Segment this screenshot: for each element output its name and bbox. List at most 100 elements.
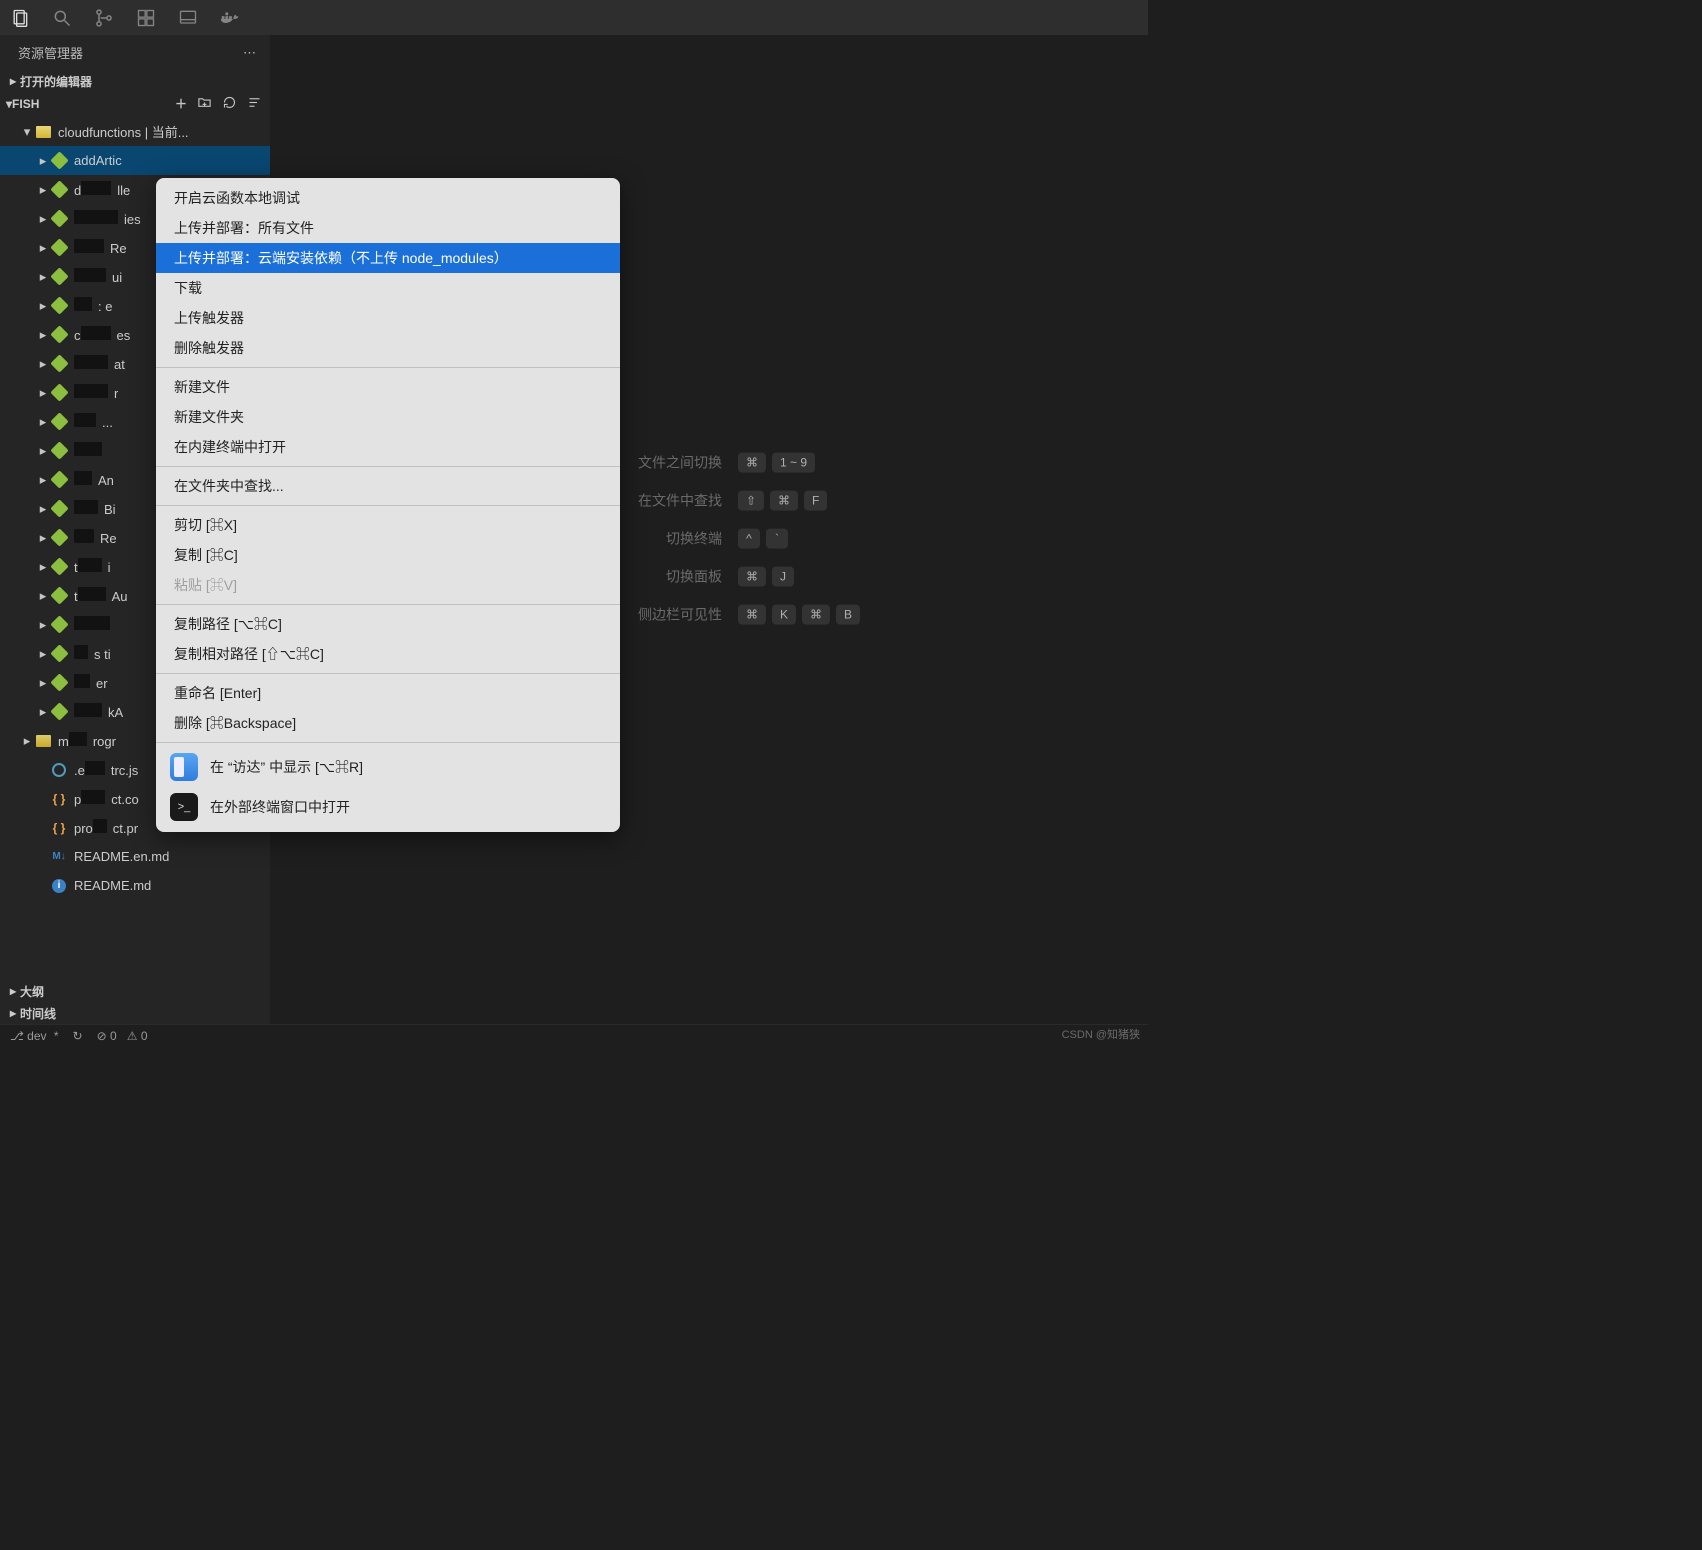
package-icon	[50, 703, 68, 721]
package-icon	[50, 210, 68, 228]
package-icon	[50, 413, 68, 431]
tree-item-label: ui	[74, 268, 122, 285]
context-menu-item[interactable]: 删除 [⌘Backspace]	[156, 708, 620, 738]
json-icon: { }	[50, 819, 68, 837]
separator	[156, 505, 620, 506]
tree-item-label: ti	[74, 558, 111, 575]
context-menu-item[interactable]: 上传触发器	[156, 303, 620, 333]
context-menu-item[interactable]: 删除触发器	[156, 333, 620, 363]
sync-icon[interactable]: ↻	[73, 1029, 83, 1043]
tree-item-label: addArtic	[74, 153, 122, 168]
package-icon	[50, 268, 68, 286]
package-icon	[50, 355, 68, 373]
context-menu-item[interactable]: 上传并部署：云端安装依赖（不上传 node_modules）	[156, 243, 620, 273]
search-icon[interactable]	[48, 4, 76, 32]
tree-item[interactable]: ▸ addArtic	[0, 146, 270, 175]
chevron-right-icon: ▸	[36, 675, 50, 691]
tree-item-label: README.md	[74, 878, 151, 893]
new-folder-icon[interactable]	[197, 95, 212, 112]
more-actions-icon[interactable]: ⋯	[243, 45, 256, 61]
explorer-icon[interactable]	[6, 4, 34, 32]
collapse-icon[interactable]	[247, 95, 262, 112]
error-count: 0	[110, 1029, 117, 1043]
context-menu-item[interactable]: >_在外部终端窗口中打开	[156, 787, 620, 827]
refresh-icon[interactable]	[222, 95, 237, 112]
kbd-key: ⌘	[738, 452, 766, 472]
package-icon	[50, 500, 68, 518]
chevron-right-icon: ▸	[36, 530, 50, 546]
context-menu-item[interactable]: 下载	[156, 273, 620, 303]
warning-count: 0	[141, 1029, 148, 1043]
tree-item-label: dlle	[74, 181, 130, 198]
terminal-icon: >_	[170, 793, 198, 821]
chevron-right-icon: ▸	[36, 588, 50, 604]
tree-item-label: tAu	[74, 587, 128, 604]
tree-item[interactable]: ▾cloudfunctions | 当前...	[0, 117, 270, 146]
project-section[interactable]: ▾ FISH ＋	[0, 92, 270, 115]
context-menu-item[interactable]: 在内建终端中打开	[156, 432, 620, 462]
tree-item-label: r	[74, 384, 118, 401]
package-icon	[50, 529, 68, 547]
problems-indicator[interactable]: ⊘ 0 ⚠ 0	[97, 1029, 148, 1043]
layout-icon[interactable]	[174, 4, 202, 32]
kbd-key: ^	[738, 528, 760, 548]
tree-item-label: proct.pr	[74, 819, 138, 836]
kbd-key: ⌘	[802, 604, 830, 624]
folder-icon	[34, 123, 52, 141]
kbd-key: B	[836, 604, 860, 624]
tree-item-label: Re	[74, 239, 127, 256]
tree-item-label: Re	[74, 529, 117, 546]
new-file-icon[interactable]: ＋	[175, 95, 187, 112]
extensions-icon[interactable]	[132, 4, 160, 32]
tree-item-label: pct.co	[74, 790, 139, 807]
context-menu-item[interactable]: 在 “访达” 中显示 [⌥⌘R]	[156, 747, 620, 787]
package-icon	[50, 181, 68, 199]
context-menu-item[interactable]: 重命名 [Enter]	[156, 678, 620, 708]
docker-icon[interactable]	[216, 4, 244, 32]
context-menu-item[interactable]: 复制相对路径 [⇧⌥⌘C]	[156, 639, 620, 669]
chevron-right-icon: ▸	[6, 74, 20, 88]
tree-item-label: An	[74, 471, 114, 488]
context-menu-item[interactable]: 复制路径 [⌥⌘C]	[156, 609, 620, 639]
chevron-down-icon: ▾	[20, 124, 34, 140]
chevron-right-icon: ▸	[36, 414, 50, 430]
timeline-section[interactable]: ▸ 时间线	[0, 1002, 270, 1024]
package-icon	[50, 587, 68, 605]
tree-item-label: s ti	[74, 645, 111, 662]
tree-item-label: ces	[74, 326, 130, 343]
chevron-right-icon: ▸	[36, 153, 50, 169]
kbd-key: ⌘	[738, 604, 766, 624]
warning-icon: ⚠	[127, 1029, 138, 1043]
chevron-right-icon: ▸	[36, 617, 50, 633]
branch-indicator[interactable]: ⎇ dev *	[10, 1029, 59, 1043]
outline-section[interactable]: ▸ 大纲	[0, 980, 270, 1002]
watermark: CSDN @知猪狭	[1062, 1026, 1140, 1042]
chevron-right-icon: ▸	[36, 559, 50, 575]
context-menu-item[interactable]: 上传并部署：所有文件	[156, 213, 620, 243]
chevron-right-icon: ▸	[36, 472, 50, 488]
tree-item[interactable]: M↓README.en.md	[0, 842, 270, 871]
package-icon	[50, 616, 68, 634]
status-bar: ⎇ dev * ↻ ⊘ 0 ⚠ 0	[0, 1024, 1148, 1046]
chevron-right-icon: ▸	[36, 385, 50, 401]
timeline-label: 时间线	[20, 1005, 56, 1022]
chevron-right-icon: ▸	[36, 240, 50, 256]
error-icon: ⊘	[97, 1029, 107, 1043]
context-menu-item[interactable]: 新建文件夹	[156, 402, 620, 432]
project-label: FISH	[12, 97, 39, 111]
tree-item[interactable]: iREADME.md	[0, 871, 270, 900]
branch-name: dev	[27, 1029, 46, 1043]
context-menu-item[interactable]: 在文件夹中查找...	[156, 471, 620, 501]
chevron-right-icon: ▸	[36, 269, 50, 285]
open-editors-section[interactable]: ▸ 打开的编辑器	[0, 70, 270, 92]
outline-label: 大纲	[20, 983, 44, 1000]
source-control-icon[interactable]	[90, 4, 118, 32]
tree-item-label: README.en.md	[74, 849, 169, 864]
sidebar-title: 资源管理器	[18, 43, 83, 62]
context-menu-item[interactable]: 开启云函数本地调试	[156, 183, 620, 213]
chevron-right-icon: ▸	[36, 646, 50, 662]
context-menu-item[interactable]: 剪切 [⌘X]	[156, 510, 620, 540]
kbd-key: F	[804, 490, 827, 510]
context-menu-item[interactable]: 新建文件	[156, 372, 620, 402]
context-menu-item[interactable]: 复制 [⌘C]	[156, 540, 620, 570]
